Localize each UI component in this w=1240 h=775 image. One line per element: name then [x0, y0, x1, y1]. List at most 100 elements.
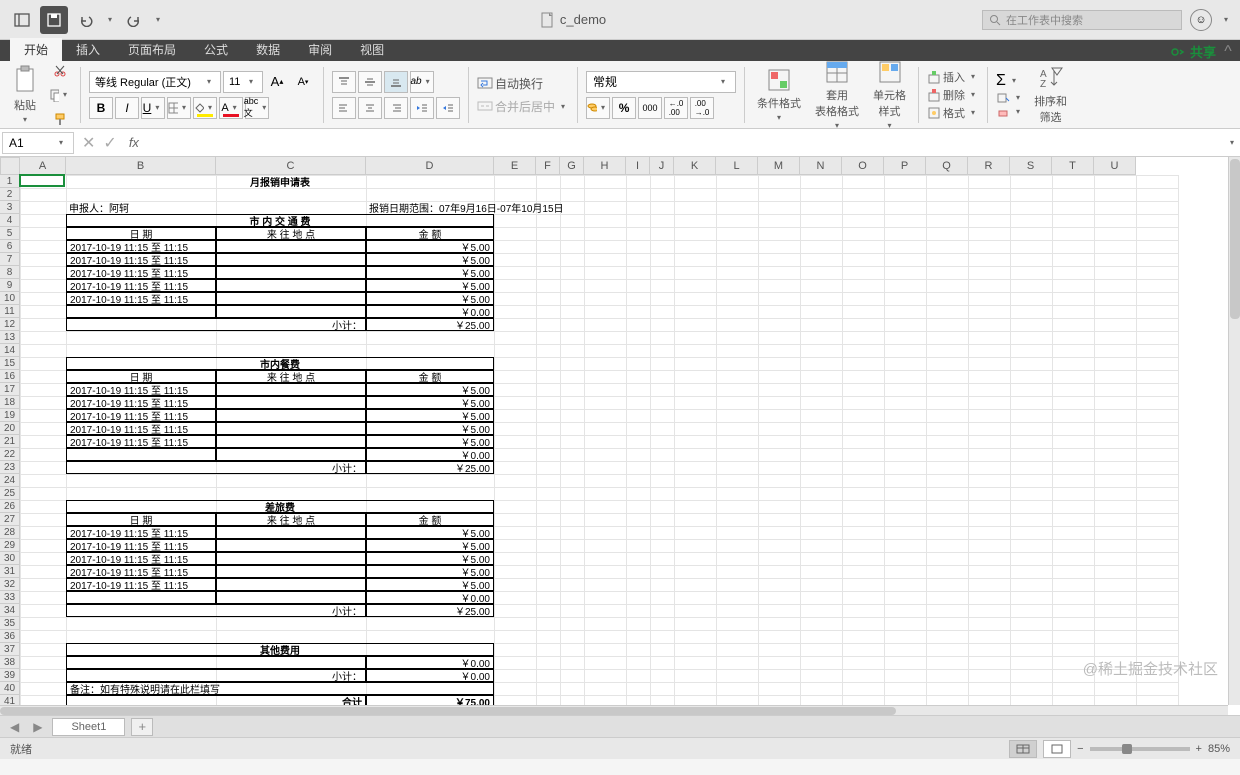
row-header[interactable]: 11 — [0, 305, 20, 318]
column-header[interactable]: Q — [926, 157, 968, 175]
column-header[interactable]: C — [216, 157, 366, 175]
cell[interactable]: 小计： — [66, 461, 366, 474]
row-header[interactable]: 23 — [0, 461, 20, 474]
row-header[interactable]: 16 — [0, 370, 20, 383]
horizontal-scrollbar[interactable] — [0, 705, 1228, 715]
row-header[interactable]: 12 — [0, 318, 20, 331]
table-format-button[interactable]: 套用 表格格式▾ — [811, 59, 863, 130]
row-header[interactable]: 30 — [0, 552, 20, 565]
row-header[interactable]: 3 — [0, 201, 20, 214]
save-icon[interactable] — [40, 6, 68, 34]
formula-input[interactable] — [145, 132, 1226, 154]
cell[interactable] — [66, 591, 216, 604]
cell[interactable] — [66, 448, 216, 461]
row-header[interactable]: 28 — [0, 526, 20, 539]
row-header[interactable]: 22 — [0, 448, 20, 461]
cell[interactable]: ￥0.00 — [366, 669, 494, 682]
row-header[interactable]: 24 — [0, 474, 20, 487]
zoom-out-icon[interactable]: − — [1077, 743, 1083, 755]
font-name-select[interactable]: 等线 Regular (正文)▾ — [89, 71, 221, 93]
conditional-format-button[interactable]: 条件格式▾ — [753, 67, 805, 122]
cell[interactable] — [216, 253, 366, 266]
copy-icon[interactable]: ▾ — [48, 84, 72, 106]
row-header[interactable]: 38 — [0, 656, 20, 669]
cut-icon[interactable] — [48, 60, 72, 82]
cell[interactable] — [216, 266, 366, 279]
cell[interactable] — [216, 292, 366, 305]
row-header[interactable]: 14 — [0, 344, 20, 357]
fill-icon[interactable]: ▾ — [996, 92, 1024, 104]
collapse-ribbon-icon[interactable]: ^ — [1216, 43, 1240, 61]
row-header[interactable]: 36 — [0, 630, 20, 643]
expand-formula-bar[interactable]: ▾ — [1226, 138, 1240, 147]
column-header[interactable]: A — [20, 157, 66, 175]
sheet-prev-icon[interactable]: ◀ — [6, 720, 23, 734]
cell[interactable]: 来 往 地 点 — [216, 513, 366, 526]
border-button[interactable]: ▾ — [167, 97, 191, 119]
column-header[interactable]: T — [1052, 157, 1094, 175]
autosum-icon[interactable]: Σ▾ — [996, 72, 1024, 90]
cell[interactable] — [216, 526, 366, 539]
row-header[interactable]: 37 — [0, 643, 20, 656]
align-top-icon[interactable] — [332, 71, 356, 93]
cell[interactable] — [216, 422, 366, 435]
cell[interactable]: 备注：如有特殊说明请在此栏填写 — [66, 682, 494, 695]
cell[interactable]: 其他费用 — [66, 643, 494, 656]
column-header[interactable]: U — [1094, 157, 1136, 175]
align-center-icon[interactable] — [358, 97, 382, 119]
row-header[interactable]: 15 — [0, 357, 20, 370]
cell[interactable] — [66, 656, 366, 669]
increase-font-icon[interactable]: A▴ — [265, 71, 289, 93]
row-header[interactable]: 19 — [0, 409, 20, 422]
row-header[interactable]: 6 — [0, 240, 20, 253]
column-header[interactable]: D — [366, 157, 494, 175]
column-header[interactable]: G — [560, 157, 584, 175]
sort-filter-button[interactable]: AZ 排序和 筛选 — [1030, 65, 1071, 125]
column-header[interactable]: O — [842, 157, 884, 175]
cell-reference-box[interactable]: A1▾ — [2, 132, 74, 154]
cell[interactable]: 2017-10-19 11:15 至 11:15 — [66, 578, 216, 591]
format-cells-button[interactable]: 格式▾ — [927, 105, 979, 121]
normal-view-icon[interactable] — [1009, 740, 1037, 758]
cell[interactable] — [216, 279, 366, 292]
page-layout-view-icon[interactable] — [1043, 740, 1071, 758]
tab-home[interactable]: 开始 — [10, 38, 62, 61]
increase-decimal-icon[interactable]: ←.0.00 — [664, 97, 688, 119]
row-header[interactable]: 2 — [0, 188, 20, 201]
row-header[interactable]: 40 — [0, 682, 20, 695]
column-header[interactable]: H — [584, 157, 626, 175]
column-header[interactable]: J — [650, 157, 674, 175]
bold-button[interactable]: B — [89, 97, 113, 119]
currency-icon[interactable]: ▾ — [586, 97, 610, 119]
customize-dropdown[interactable]: ▾ — [152, 15, 164, 24]
row-header[interactable]: 20 — [0, 422, 20, 435]
tab-view[interactable]: 视图 — [346, 38, 398, 61]
row-header[interactable]: 33 — [0, 591, 20, 604]
phonetic-button[interactable]: abc文▾ — [245, 97, 269, 119]
cell[interactable]: ￥25.00 — [366, 318, 494, 331]
row-header[interactable]: 35 — [0, 617, 20, 630]
format-painter-icon[interactable] — [48, 108, 72, 130]
undo-icon[interactable] — [72, 6, 100, 34]
cell[interactable] — [216, 552, 366, 565]
cancel-formula-icon[interactable]: ✕ — [82, 133, 95, 153]
feedback-icon[interactable]: ☺ — [1190, 9, 1212, 31]
cell[interactable] — [66, 305, 216, 318]
cell-style-button[interactable]: 单元格 样式▾ — [869, 59, 910, 130]
undo-dropdown[interactable]: ▾ — [104, 15, 116, 24]
cell[interactable]: 月报销申请表 — [66, 175, 494, 188]
row-header[interactable]: 26 — [0, 500, 20, 513]
cell[interactable] — [216, 396, 366, 409]
tab-review[interactable]: 审阅 — [294, 38, 346, 61]
cell[interactable] — [216, 435, 366, 448]
column-header[interactable]: K — [674, 157, 716, 175]
tab-formula[interactable]: 公式 — [190, 38, 242, 61]
font-color-button[interactable]: A▾ — [219, 97, 243, 119]
align-left-icon[interactable] — [332, 97, 356, 119]
column-header[interactable]: I — [626, 157, 650, 175]
cell[interactable]: ￥25.00 — [366, 461, 494, 474]
tab-layout[interactable]: 页面布局 — [114, 38, 190, 61]
align-bottom-icon[interactable] — [384, 71, 408, 93]
decrease-indent-icon[interactable] — [410, 97, 434, 119]
feedback-dropdown[interactable]: ▾ — [1220, 15, 1232, 24]
